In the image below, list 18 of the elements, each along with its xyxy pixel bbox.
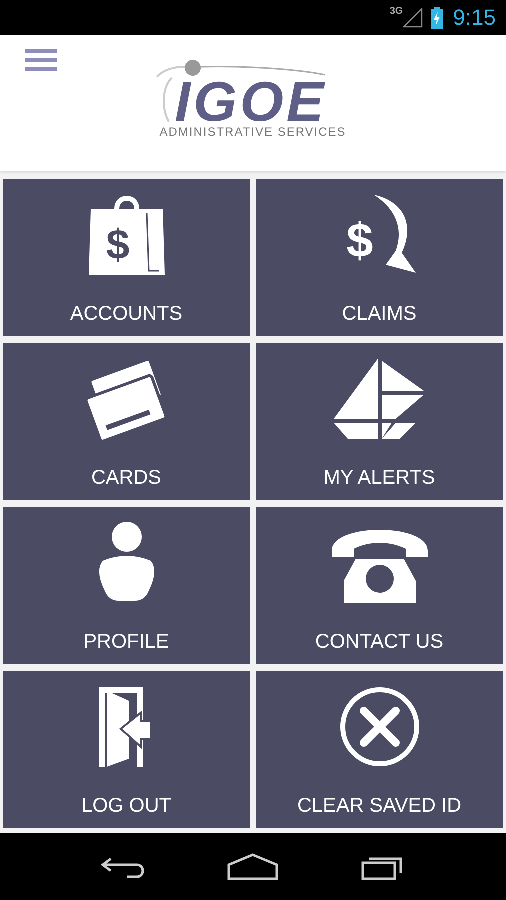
menu-tile[interactable]: MY ALERTS — [256, 343, 503, 500]
menu-icon — [25, 48, 57, 72]
menu-tile[interactable]: CARDS — [3, 343, 250, 500]
signal-icon — [403, 8, 424, 28]
home-icon[interactable] — [225, 852, 281, 880]
menu-tile[interactable]: CLEAR SAVED ID — [256, 671, 503, 828]
menu-button[interactable] — [25, 48, 57, 72]
menu-tile[interactable]: PROFILE — [3, 507, 250, 664]
clock-time: 9:15 — [453, 4, 496, 30]
logo-arc-icon — [160, 77, 173, 123]
logo-tagline: ADMINISTRATIVE SERVICES — [160, 125, 346, 139]
menu-tile[interactable]: $ ACCOUNTS — [3, 179, 250, 336]
logo-wordmark: IGOE — [174, 77, 328, 127]
battery-charging-icon — [431, 6, 444, 28]
menu-tile[interactable]: CONTACT US — [256, 507, 503, 664]
menu-tile[interactable]: LOG OUT — [3, 671, 250, 828]
network-type: 3G — [390, 6, 404, 17]
menu-tile[interactable]: $ CLAIMS — [256, 179, 503, 336]
